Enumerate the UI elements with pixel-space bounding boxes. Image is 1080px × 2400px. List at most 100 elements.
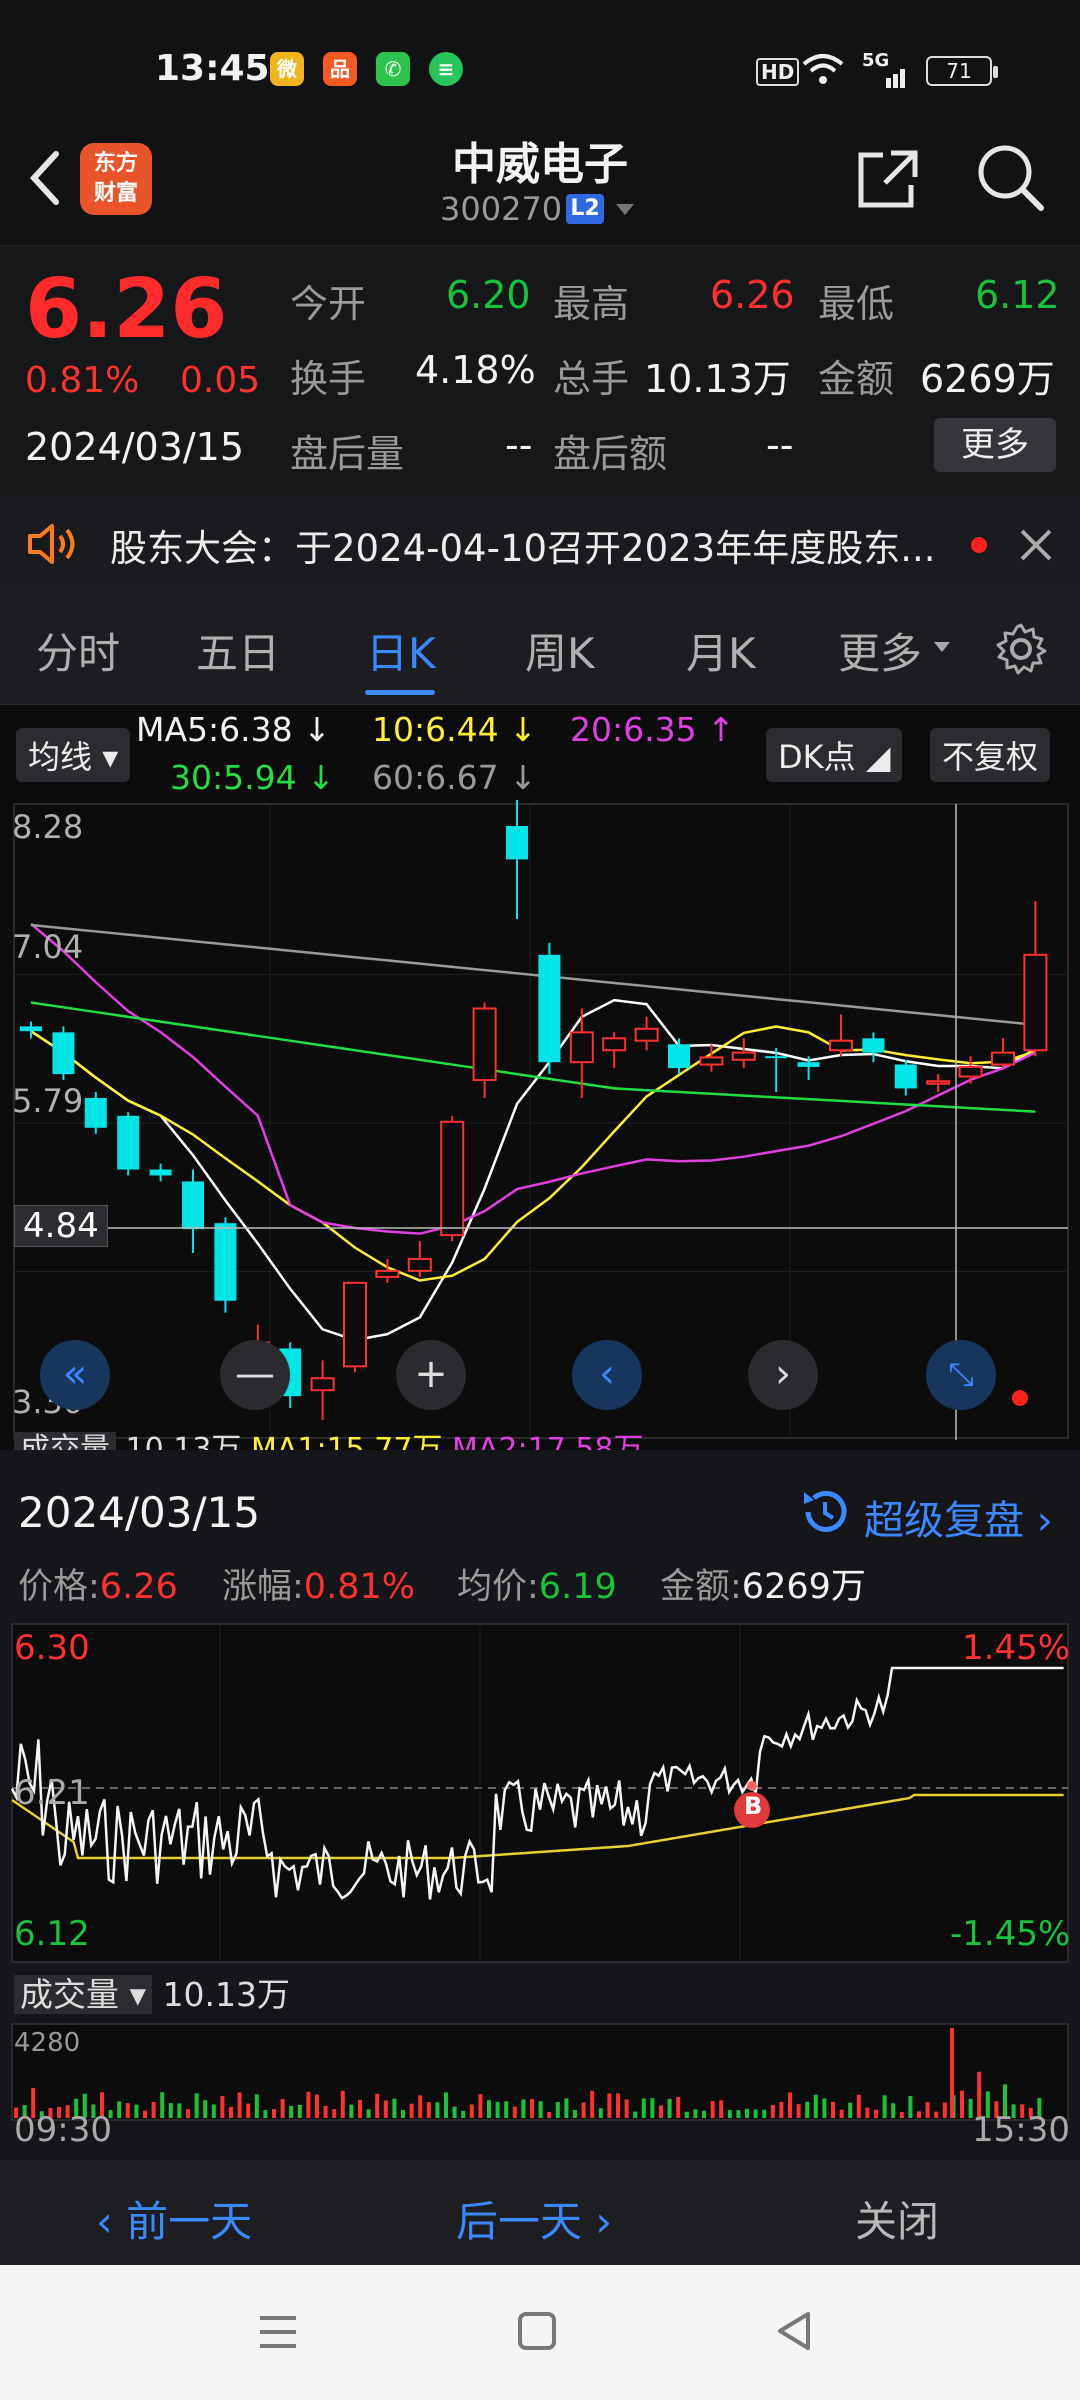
replay-avg: 均价:6.19: [457, 1558, 617, 1609]
volume-bar: [607, 2093, 612, 2118]
volume-bar: [237, 2092, 242, 2118]
intraday-pct-bottom: -1.45%: [950, 1914, 1071, 1954]
zoom-out-button[interactable]: —: [220, 1340, 290, 1410]
super-replay-link[interactable]: 超级复盘 ›: [864, 1488, 1053, 1546]
ma-lines: [30, 922, 1037, 1342]
volume-bar: [461, 2110, 466, 2118]
dk-point-button[interactable]: DK点 ◢: [766, 728, 903, 782]
amount-label: 金额: [818, 357, 895, 401]
close-icon[interactable]: [1018, 527, 1054, 563]
volume-bar: [624, 2099, 629, 2118]
unread-dot: [971, 537, 987, 553]
ma-selector[interactable]: 均线 ▾: [16, 728, 131, 782]
replay-price-value: 6.26: [99, 1567, 178, 1607]
high-value: 6.26: [710, 273, 795, 317]
volume-bar: [547, 2111, 552, 2118]
volume-bar: [452, 2106, 457, 2118]
volume-bar: [315, 2094, 319, 2118]
replay-amount-label: 金额:: [660, 1567, 742, 1607]
tab-intraday[interactable]: 分时: [36, 620, 120, 681]
volume-bar: [822, 2098, 827, 2118]
super-replay-label: 超级复盘: [864, 1498, 1024, 1544]
tab-daily-k[interactable]: 日K: [366, 620, 436, 681]
next-day-label: 后一天: [456, 2197, 583, 2246]
volume-bar: [134, 2104, 139, 2118]
ma10-legend: 10:6.44 ↓: [372, 710, 537, 749]
volume-bar: [839, 2109, 844, 2118]
move-left-button[interactable]: ‹: [572, 1340, 642, 1410]
volume-bar: [246, 2103, 251, 2118]
tab-more[interactable]: 更多: [838, 620, 922, 681]
volume-bar: [323, 2105, 328, 2118]
history-icon[interactable]: [798, 1486, 850, 1538]
tab-weekly-k[interactable]: 周K: [525, 620, 595, 681]
candle-body: [699, 1056, 724, 1066]
zoom-in-button[interactable]: +: [396, 1340, 466, 1410]
settings-gear-icon[interactable]: [994, 622, 1048, 676]
volume-bar: [151, 2101, 156, 2118]
chevron-down-icon[interactable]: [614, 202, 636, 218]
volume-bar: [693, 2109, 698, 2118]
zoom-out-far-button[interactable]: «: [40, 1340, 110, 1410]
intraday-y-mid: 6.21: [14, 1773, 90, 1813]
volume-bar: [564, 2098, 569, 2118]
fullscreen-button[interactable]: ⤡: [926, 1340, 996, 1410]
after-hours-amount-label: 盘后额: [553, 432, 668, 476]
volume-bar: [512, 2106, 517, 2118]
volume-bar: [495, 2101, 500, 2118]
volume-bar: [641, 2098, 646, 2118]
candle-body: [829, 1039, 853, 1052]
close-button[interactable]: 关闭: [855, 2188, 939, 2249]
y-label-top: 8.28: [12, 808, 84, 846]
volume-value: 10.13万: [644, 357, 791, 401]
kline-chart[interactable]: [0, 800, 1080, 1450]
candle-body: [894, 1064, 917, 1089]
replay-avg-value: 6.19: [538, 1567, 617, 1607]
notice-text[interactable]: 股东大会：于2024-04-10召开2023年年度股东...: [110, 518, 935, 572]
home-icon[interactable]: [516, 2310, 558, 2352]
more-quote-button[interactable]: 更多: [934, 418, 1056, 472]
stock-code: 300270: [440, 190, 563, 228]
ma5-legend: MA5:6.38 ↓: [136, 710, 331, 749]
volume-bar: [229, 2106, 233, 2118]
volume-bar: [530, 2099, 534, 2118]
volume-bar: [538, 2101, 543, 2118]
volume-bar: [143, 2110, 147, 2118]
level2-badge[interactable]: L2: [566, 194, 604, 224]
replay-amount-value: 6269万: [741, 1567, 866, 1607]
tab-five-day[interactable]: 五日: [196, 620, 280, 681]
intraday-volume-selector[interactable]: 成交量 ▾: [14, 1975, 153, 2014]
candle-body: [343, 1281, 367, 1368]
ma20-line: [30, 922, 1036, 1235]
candle-body: [958, 1065, 983, 1078]
volume-bar: [899, 2111, 904, 2118]
volume-bar: [186, 2109, 190, 2118]
volume-bar: [960, 2090, 964, 2118]
low-value: 6.12: [975, 273, 1060, 317]
ma5-value: MA5:6.38: [136, 710, 293, 749]
adjustment-button[interactable]: 不复权: [930, 728, 1051, 782]
candle-body: [149, 1169, 172, 1176]
volume-bar: [375, 2093, 380, 2118]
volume-bar: [865, 2107, 870, 2118]
tab-monthly-k[interactable]: 月K: [686, 620, 756, 681]
search-icon[interactable]: [975, 142, 1047, 214]
volume-bar: [882, 2095, 887, 2118]
intraday-chart[interactable]: [0, 1620, 1080, 2160]
open-value: 6.20: [446, 273, 531, 317]
volume-bar: [934, 2111, 939, 2118]
volume-bar: [194, 2093, 199, 2118]
prev-day-button[interactable]: ‹ 前一天: [96, 2188, 252, 2249]
ma60-value: 60:6.67: [372, 758, 499, 797]
wifi-icon: [802, 54, 844, 84]
candle-body: [182, 1181, 204, 1230]
menu-icon[interactable]: [256, 2312, 300, 2352]
next-day-button[interactable]: 后一天 ›: [456, 2188, 612, 2249]
ma30-value: 30:5.94: [170, 758, 297, 797]
replay-date: 2024/03/15: [18, 1488, 261, 1537]
back-nav-icon[interactable]: [774, 2310, 814, 2352]
y-label-2: 7.04: [12, 928, 84, 966]
share-icon[interactable]: [855, 145, 921, 211]
move-right-button[interactable]: ›: [748, 1340, 818, 1410]
replay-price: 价格:6.26: [18, 1558, 178, 1609]
